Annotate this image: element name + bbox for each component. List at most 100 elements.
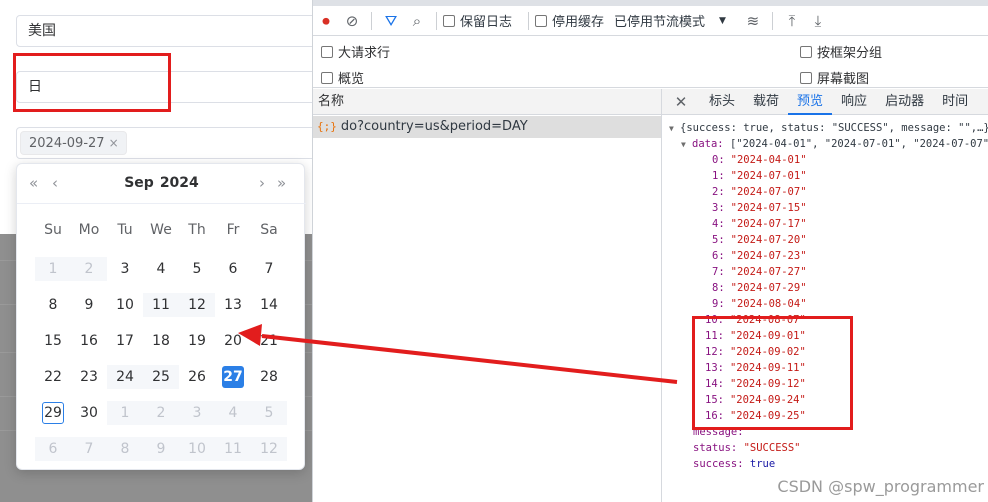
tab-timing[interactable]: 时间	[933, 89, 977, 115]
day-number: 25	[152, 369, 170, 385]
day-cell[interactable]: 18	[143, 323, 179, 359]
json-index: 8:	[712, 282, 725, 294]
day-number: 1	[120, 405, 130, 421]
day-cell[interactable]: 15	[35, 323, 71, 359]
weekday-label: Su	[44, 222, 62, 238]
group-by-frame-checkbox[interactable]: 按框架分组	[800, 42, 882, 61]
day-number: 2	[84, 261, 94, 277]
day-cell[interactable]: 16	[71, 323, 107, 359]
json-array-item: 6: "2024-07-23"	[712, 248, 807, 264]
upload-icon[interactable]: ⤒	[779, 12, 805, 30]
day-cell[interactable]: 14	[251, 287, 287, 323]
day-number: 1	[48, 261, 58, 277]
search-icon[interactable]: ⌕	[404, 12, 430, 30]
overview-label: 概览	[338, 72, 365, 87]
json-data-line[interactable]: ▼ data: ["2024-04-01", "2024-07-01", "202…	[681, 136, 988, 153]
json-root-line[interactable]: ▼ {success: true, status: "SUCCESS", mess…	[669, 120, 988, 137]
day-cell: 9	[143, 431, 179, 467]
day-number: 3	[120, 261, 130, 277]
tab-initiator[interactable]: 启动器	[876, 89, 933, 115]
overview-checkbox[interactable]: 概览	[321, 68, 364, 87]
weekday-label: Tu	[117, 222, 133, 238]
day-cell[interactable]: 9	[71, 287, 107, 323]
day-cell[interactable]: 13	[215, 287, 251, 323]
name-column-header[interactable]: 名称	[313, 89, 661, 115]
throttle-dropdown[interactable]: 已停用节流模式 ▼	[614, 11, 726, 30]
clear-icon[interactable]: ⊘	[339, 12, 365, 30]
record-icon[interactable]: ⏺	[313, 12, 339, 30]
tab-preview[interactable]: 预览	[788, 89, 833, 115]
day-cell[interactable]: 27	[215, 359, 251, 395]
annotation-box-dates	[692, 316, 853, 430]
checkbox-box[interactable]	[443, 14, 455, 27]
wifi-icon[interactable]: ≋	[740, 12, 766, 30]
picker-year[interactable]: 2024	[160, 175, 199, 191]
preserve-log-label: 保留日志	[460, 15, 513, 30]
day-number: 15	[44, 333, 62, 349]
day-cell[interactable]: 10	[107, 287, 143, 323]
day-number: 19	[188, 333, 206, 349]
day-cell[interactable]: 30	[71, 395, 107, 431]
day-cell[interactable]: 4	[143, 251, 179, 287]
tab-headers[interactable]: 标头	[700, 89, 744, 115]
day-number: 26	[188, 369, 206, 385]
day-number: 11	[152, 297, 170, 313]
day-number: 5	[264, 405, 274, 421]
day-number: 11	[224, 441, 242, 457]
preserve-log-checkbox[interactable]: 保留日志	[443, 11, 512, 30]
json-index: 7:	[712, 266, 725, 278]
day-cell[interactable]: 23	[71, 359, 107, 395]
screenshots-checkbox[interactable]: 屏幕截图	[800, 68, 869, 87]
picker-month[interactable]: Sep	[124, 175, 154, 191]
day-number: 7	[264, 261, 274, 277]
json-array-item: 8: "2024-07-29"	[712, 280, 807, 296]
checkbox-box[interactable]	[800, 45, 812, 58]
close-icon[interactable]: ×	[109, 136, 119, 150]
close-icon[interactable]: ✕	[662, 93, 700, 111]
checkbox-box[interactable]	[800, 71, 812, 84]
next-year-icon[interactable]: »	[277, 174, 286, 192]
next-month-icon[interactable]: ›	[259, 174, 265, 192]
day-cell[interactable]: 17	[107, 323, 143, 359]
json-key: status:	[693, 442, 738, 454]
day-cell[interactable]: 6	[215, 251, 251, 287]
json-array-item: 4: "2024-07-17"	[712, 216, 807, 232]
disable-cache-checkbox[interactable]: 停用缓存	[535, 11, 604, 30]
json-key: success:	[693, 458, 744, 470]
json-value: "2024-07-20"	[730, 234, 807, 246]
filter-icon[interactable]: ⛛	[378, 12, 404, 30]
day-cell: 1	[35, 251, 71, 287]
day-cell[interactable]: 3	[107, 251, 143, 287]
day-number: 24	[116, 369, 134, 385]
day-cell[interactable]: 26	[179, 359, 215, 395]
large-rows-checkbox[interactable]: 大请求行	[321, 42, 390, 61]
picker-header: « ‹ Sep 2024 › »	[17, 164, 306, 204]
checkbox-box[interactable]	[321, 71, 333, 84]
day-cell[interactable]: 7	[251, 251, 287, 287]
day-number: 14	[260, 297, 278, 313]
checkbox-box[interactable]	[535, 14, 548, 27]
tab-payload[interactable]: 载荷	[744, 89, 788, 115]
day-cell[interactable]: 29	[35, 395, 71, 431]
json-success-line: success: true	[693, 456, 775, 472]
day-cell[interactable]: 19	[179, 323, 215, 359]
request-row[interactable]: {;} do?country=us&period=DAY	[313, 116, 661, 138]
checkbox-box[interactable]	[321, 45, 333, 58]
day-cell[interactable]: 28	[251, 359, 287, 395]
day-cell[interactable]: 5	[179, 251, 215, 287]
country-select[interactable]: 美国	[16, 15, 316, 47]
day-number: 4	[156, 261, 166, 277]
json-value: true	[749, 458, 776, 470]
day-cell[interactable]: 21	[251, 323, 287, 359]
tab-response[interactable]: 响应	[832, 89, 876, 115]
day-cell[interactable]: 8	[35, 287, 71, 323]
day-cell[interactable]: 20	[215, 323, 251, 359]
json-value: "2024-07-17"	[730, 218, 807, 230]
triangle-down-icon[interactable]: ▼	[669, 121, 680, 137]
day-number: 4	[228, 405, 238, 421]
day-number: 13	[224, 297, 242, 313]
day-cell[interactable]: 22	[35, 359, 71, 395]
download-icon[interactable]: ⤓	[805, 12, 831, 30]
group-by-frame-label: 按框架分组	[817, 46, 883, 61]
triangle-down-icon[interactable]: ▼	[681, 137, 692, 153]
